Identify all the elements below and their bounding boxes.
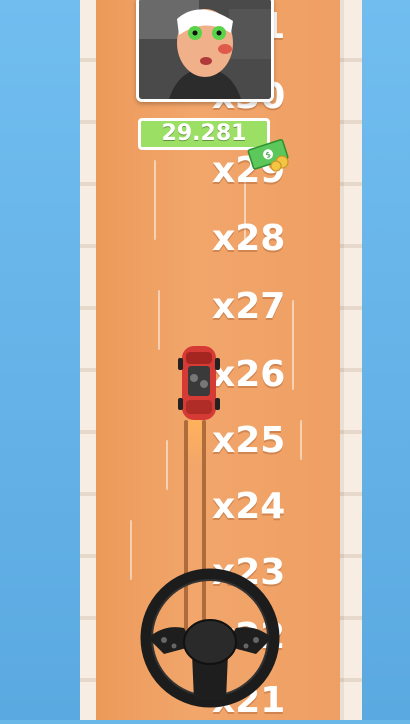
passenger-portrait: [136, 0, 274, 102]
multiplier-label: x24: [212, 486, 286, 527]
steering-wheel-icon[interactable]: [134, 554, 286, 720]
multiplier-label: x28: [212, 218, 286, 259]
car-icon: [178, 344, 220, 422]
multiplier-label: x25: [212, 420, 286, 461]
cash-icon: $: [246, 136, 292, 172]
multiplier-label: x26: [212, 354, 286, 395]
multiplier-label: x27: [212, 286, 286, 327]
right-wall: [340, 0, 362, 720]
